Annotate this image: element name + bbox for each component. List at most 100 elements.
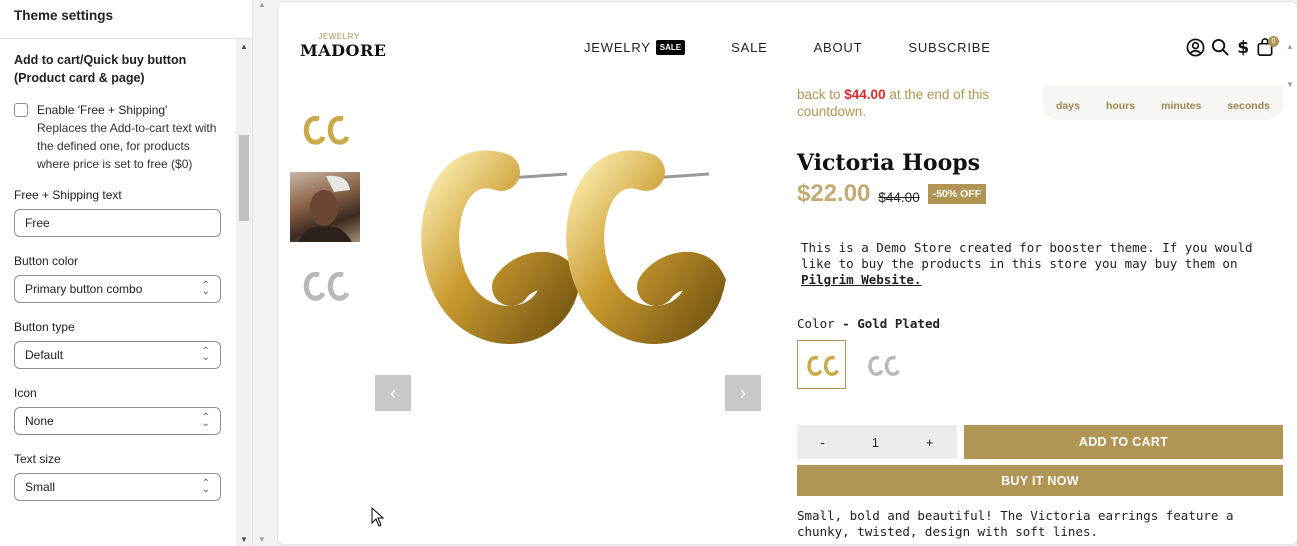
thumbnail-list xyxy=(290,94,360,328)
compare-price: $44.00 xyxy=(878,189,920,205)
icon-value: None xyxy=(25,414,54,428)
free-text-input[interactable]: Free xyxy=(14,209,221,237)
icon-label: Icon xyxy=(14,386,37,400)
cart-count-badge: 0 xyxy=(1268,36,1279,47)
section-title: Add to cart/Quick buy button (Product ca… xyxy=(14,53,187,85)
swatch-silver-plated[interactable] xyxy=(858,340,907,389)
color-selected-value: - Gold Plated xyxy=(842,316,940,331)
button-type-select[interactable]: Default ⌃ ⌄ xyxy=(14,341,221,369)
store-header: JEWELRY MADORE JEWELRY SALE SALE ABOUT SU… xyxy=(278,2,1283,92)
button-color-select[interactable]: Primary button combo ⌃ ⌄ xyxy=(14,275,221,303)
scroll-down-icon[interactable]: ▼ xyxy=(258,535,266,544)
menu-item-jewelry[interactable]: JEWELRY SALE xyxy=(584,40,686,55)
silver-hoops-thumb-image xyxy=(303,271,350,301)
mouse-cursor-icon xyxy=(371,507,384,527)
quantity-increase-button[interactable]: + xyxy=(926,435,934,450)
menu-item-label: JEWELRY xyxy=(584,40,651,55)
preview-scrollbar[interactable]: ▲ ▼ xyxy=(1284,2,1297,544)
button-type-value: Default xyxy=(25,348,64,362)
price-row: $22.00 $44.00 -50% OFF xyxy=(797,180,1283,208)
color-option-label: Color - Gold Plated xyxy=(797,316,1283,331)
select-chevron-icon: ⌃ ⌄ xyxy=(201,280,210,297)
quantity-stepper: - 1 + xyxy=(797,425,957,459)
countdown-unit-seconds: seconds xyxy=(1227,100,1270,112)
panel-scroll-thumb[interactable] xyxy=(239,135,249,221)
countdown-unit-hours: hours xyxy=(1105,100,1136,112)
gallery-prev-button[interactable]: ‹ xyxy=(375,375,411,411)
panel-body: Add to cart/Quick buy button (Product ca… xyxy=(0,39,237,546)
search-icon[interactable] xyxy=(1211,38,1230,57)
description-text: This is a Demo Store created for booster… xyxy=(801,240,1253,271)
buy-it-now-button[interactable]: BUY IT NOW xyxy=(797,465,1283,496)
text-size-select[interactable]: Small ⌃ ⌄ xyxy=(14,473,221,501)
button-color-value: Primary button combo xyxy=(25,282,143,296)
select-chevron-icon: ⌃ ⌄ xyxy=(201,478,210,495)
gallery-next-button[interactable]: › xyxy=(725,375,761,411)
product-gallery: ‹ › xyxy=(375,122,761,422)
enable-free-shipping-row[interactable]: Enable 'Free + Shipping' xyxy=(14,101,223,119)
scroll-up-icon[interactable]: ▲ xyxy=(240,42,248,51)
quantity-input[interactable]: 1 xyxy=(872,435,879,450)
main-menu: JEWELRY SALE SALE ABOUT SUBSCRIBE xyxy=(584,40,991,55)
panel-title: Theme settings xyxy=(0,0,252,39)
text-size-value: Small xyxy=(25,480,56,494)
currency-icon[interactable]: $ xyxy=(1236,38,1250,57)
product-body-text: Small, bold and beautiful! The Victoria … xyxy=(797,508,1234,539)
free-text-value: Free xyxy=(25,216,50,230)
select-chevron-icon: ⌃ ⌄ xyxy=(201,412,210,429)
store-preview: JEWELRY MADORE JEWELRY SALE SALE ABOUT SU… xyxy=(278,2,1297,544)
thumbnail-gold-hoops[interactable] xyxy=(290,94,360,164)
pilgrim-website-link[interactable]: Pilgrim Website. xyxy=(801,272,921,287)
product-title: Victoria Hoops xyxy=(797,150,981,176)
scroll-down-icon[interactable]: ▼ xyxy=(1286,80,1294,89)
thumbnail-model-photo[interactable] xyxy=(290,172,360,242)
gold-hoops-image[interactable] xyxy=(401,82,787,372)
color-swatches xyxy=(797,340,1283,389)
discount-badge: -50% OFF xyxy=(927,184,987,204)
account-icon[interactable] xyxy=(1186,38,1205,57)
header-icons: $ xyxy=(1186,38,1274,57)
scroll-up-icon[interactable]: ▲ xyxy=(1286,42,1294,51)
add-to-cart-button[interactable]: ADD TO CART xyxy=(964,425,1283,459)
gold-hoops-thumb-image xyxy=(303,115,350,145)
model-photo-image xyxy=(298,175,352,242)
gold-swatch-image xyxy=(806,355,839,376)
theme-settings-panel: Theme settings Add to cart/Quick buy but… xyxy=(0,0,253,546)
countdown-unit-days: days xyxy=(1056,100,1080,112)
product-description: This is a Demo Store created for booster… xyxy=(797,240,1279,288)
enable-free-shipping-help: Replaces the Add-to-cart text with the d… xyxy=(37,121,217,171)
silver-swatch-image xyxy=(867,355,900,376)
menu-item-about[interactable]: ABOUT xyxy=(814,40,863,55)
scroll-up-icon[interactable]: ▲ xyxy=(258,0,266,9)
enable-free-shipping-label: Enable 'Free + Shipping' xyxy=(37,103,168,117)
button-type-label: Button type xyxy=(14,320,75,334)
product-info: back to $44.00 at the end of this countd… xyxy=(797,86,1283,540)
button-color-label: Button color xyxy=(14,254,79,268)
icon-select[interactable]: None ⌃ ⌄ xyxy=(14,407,221,435)
color-label-text: Color xyxy=(797,316,843,331)
free-text-label: Free + Shipping text xyxy=(14,188,122,202)
logo-tagline: JEWELRY xyxy=(318,32,360,41)
menu-item-subscribe[interactable]: SUBSCRIBE xyxy=(908,40,990,55)
enable-free-shipping-checkbox[interactable] xyxy=(14,103,28,117)
add-to-cart-row: - 1 + ADD TO CART xyxy=(797,425,1283,459)
quantity-decrease-button[interactable]: - xyxy=(820,435,824,450)
product-price: $22.00 xyxy=(797,180,871,207)
countdown-timer: days hours minutes seconds xyxy=(1043,86,1283,120)
thumbnail-silver-hoops[interactable] xyxy=(290,250,360,320)
outer-scrollbar[interactable]: ▲ ▼ xyxy=(254,0,270,546)
logo-name: MADORE xyxy=(300,41,387,60)
text-size-label: Text size xyxy=(14,452,61,466)
swatch-gold-plated[interactable] xyxy=(797,340,846,389)
select-chevron-icon: ⌃ ⌄ xyxy=(201,346,210,363)
countdown-message: back to $44.00 at the end of this countd… xyxy=(797,86,1037,120)
panel-scrollbar[interactable]: ▲ ▼ xyxy=(236,39,252,546)
menu-item-sale[interactable]: SALE xyxy=(731,40,767,55)
svg-text:$: $ xyxy=(1237,38,1249,57)
scroll-down-icon[interactable]: ▼ xyxy=(240,535,248,544)
countdown-price: $44.00 xyxy=(844,87,886,102)
store-logo[interactable]: JEWELRY MADORE xyxy=(300,32,387,60)
sale-badge: SALE xyxy=(655,40,686,55)
countdown-pre: back to xyxy=(797,87,845,102)
countdown-unit-minutes: minutes xyxy=(1161,100,1202,112)
